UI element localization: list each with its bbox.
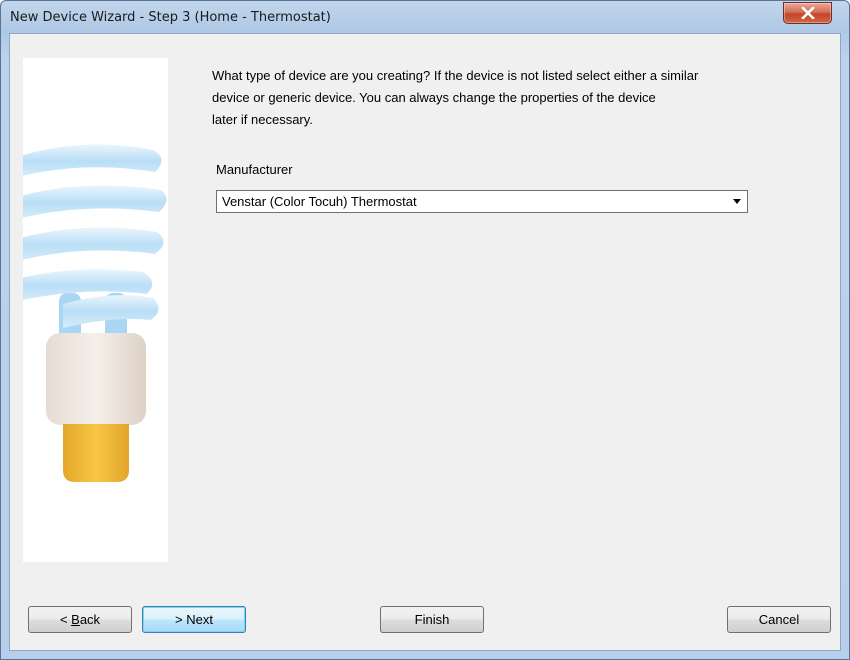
back-button-rest: ack: [79, 612, 101, 627]
back-button-mnemonic: B: [71, 612, 80, 627]
manufacturer-label: Manufacturer: [216, 162, 293, 177]
intro-line: device or generic device. You can always…: [212, 90, 656, 105]
side-image-panel: [23, 58, 168, 562]
manufacturer-selected-value: Venstar (Color Tocuh) Thermostat: [222, 194, 417, 209]
dialog-client-area: What type of device are you creating? If…: [9, 33, 841, 651]
lightbulb-illustration: [23, 144, 167, 482]
window-title: New Device Wizard - Step 3 (Home - Therm…: [10, 10, 331, 25]
manufacturer-dropdown[interactable]: Venstar (Color Tocuh) Thermostat: [216, 190, 748, 213]
back-button-prefix: <: [59, 612, 72, 627]
back-button[interactable]: < Back: [28, 606, 132, 633]
intro-text: What type of device are you creating? If…: [212, 65, 812, 131]
next-button[interactable]: > Next: [142, 606, 246, 633]
intro-line: later if necessary.: [212, 112, 313, 127]
title-bar[interactable]: New Device Wizard - Step 3 (Home - Therm…: [1, 1, 849, 33]
close-icon: [784, 3, 831, 23]
wizard-window: New Device Wizard - Step 3 (Home - Therm…: [0, 0, 850, 660]
intro-line: What type of device are you creating? If…: [212, 68, 699, 83]
close-button[interactable]: [783, 2, 832, 24]
finish-button[interactable]: Finish: [380, 606, 484, 633]
cancel-button[interactable]: Cancel: [727, 606, 831, 633]
chevron-down-icon[interactable]: [733, 199, 741, 204]
